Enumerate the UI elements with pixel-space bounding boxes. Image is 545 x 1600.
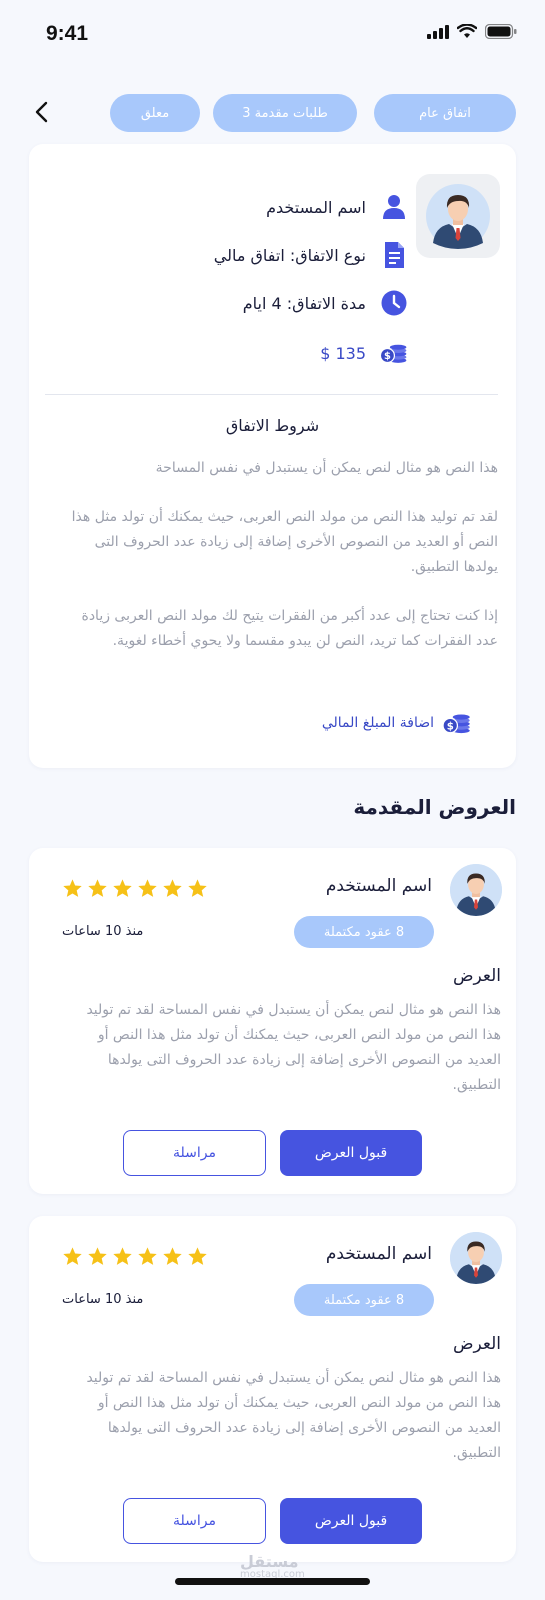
add-amount-label: اضافة المبلغ المالي [321, 715, 434, 731]
terms-body: هذا النص هو مثال لنص يمكن أن يستبدل في ن… [69, 456, 498, 678]
offers-section-title: العروض المقدمة [353, 795, 516, 819]
offer-card: اسم المستخدم 8 عقود مكتملة منذ 10 ساعات … [29, 848, 516, 1194]
avatar [450, 864, 502, 916]
divider [45, 394, 498, 395]
info-row-duration: مدة الاتفاق: 4 ايام [243, 288, 408, 318]
add-amount-button[interactable]: $ اضافة المبلغ المالي [322, 712, 472, 734]
svg-text:$: $ [447, 721, 454, 732]
terms-paragraph: هذا النص هو مثال لنص يمكن أن يستبدل في ن… [155, 460, 498, 476]
star-icon [163, 879, 182, 897]
star-icon [138, 879, 157, 897]
agreement-card: اسم المستخدم نوع الاتفاق: اتفاق مالي مدة… [29, 144, 516, 768]
back-button[interactable] [26, 96, 56, 128]
star-icon [88, 1247, 107, 1265]
agreement-username: اسم المستخدم [266, 197, 366, 217]
cellular-signal-icon [427, 24, 449, 39]
star-icon [188, 879, 207, 897]
terms-paragraph: إذا كنت تحتاج إلى عدد أكبر من الفقرات يت… [81, 608, 498, 649]
clock-icon [381, 290, 407, 316]
agreement-type: نوع الاتفاق: اتفاق مالي [213, 245, 366, 265]
star-icon [188, 1247, 207, 1265]
star-icon [63, 1247, 82, 1265]
message-button[interactable]: مراسلة [123, 1130, 266, 1176]
user-avatar-icon [426, 184, 490, 249]
star-icon [138, 1247, 157, 1265]
accept-offer-button[interactable]: قبول العرض [280, 1498, 422, 1544]
tab-submitted-requests[interactable]: طلبات مقدمة 3 [213, 94, 357, 132]
status-time: 9:41 [46, 22, 89, 45]
offer-username: اسم المستخدم [325, 876, 432, 896]
terms-title: شروط الاتفاق [225, 416, 320, 435]
offer-username: اسم المستخدم [325, 1244, 432, 1264]
svg-text:$: $ [384, 351, 391, 362]
avatar [416, 174, 500, 258]
agreement-price: 135 $ [320, 343, 366, 363]
star-icon [63, 879, 82, 897]
offer-label: العرض [452, 1334, 501, 1354]
offer-label: العرض [452, 966, 501, 986]
completed-contracts-badge: 8 عقود مكتملة [294, 1284, 434, 1316]
tab-general-agreement[interactable]: اتفاق عام [374, 94, 516, 132]
accept-offer-button[interactable]: قبول العرض [280, 1130, 422, 1176]
offer-time-ago: منذ 10 ساعات [62, 1292, 144, 1307]
avatar [450, 1232, 502, 1284]
coins-icon: $ [380, 344, 407, 364]
user-avatar-icon [450, 1232, 502, 1284]
message-button[interactable]: مراسلة [123, 1498, 266, 1544]
agreement-duration: مدة الاتفاق: 4 ايام [242, 293, 366, 313]
star-icon [113, 879, 132, 897]
star-icon [88, 879, 107, 897]
watermark: مستقل mostaql.com [240, 1552, 305, 1580]
info-row-username: اسم المستخدم [266, 192, 408, 222]
completed-contracts-badge: 8 عقود مكتملة [294, 916, 434, 948]
battery-icon [485, 24, 517, 39]
home-indicator[interactable] [175, 1578, 370, 1585]
offer-card: اسم المستخدم 8 عقود مكتملة منذ 10 ساعات … [29, 1216, 516, 1562]
tab-pending[interactable]: معلق [110, 94, 200, 132]
rating-stars [62, 878, 208, 899]
user-icon [383, 195, 405, 219]
chevron-left-icon [35, 101, 48, 123]
rating-stars [62, 1246, 208, 1267]
terms-paragraph: لقد تم توليد هذا النص من مولد النص العرب… [71, 509, 498, 575]
offer-text: هذا النص هو مثال لنص يمكن أن يستبدل في ن… [86, 1370, 501, 1461]
document-icon [385, 242, 404, 268]
status-bar: 9:41 [0, 0, 545, 70]
wifi-icon [457, 24, 477, 38]
star-icon [113, 1247, 132, 1265]
user-avatar-icon [450, 864, 502, 916]
info-row-price: $ 135 $ [320, 338, 408, 368]
star-icon [163, 1247, 182, 1265]
status-icons [427, 24, 517, 39]
offer-time-ago: منذ 10 ساعات [62, 924, 144, 939]
coins-icon: $ [442, 714, 470, 734]
top-nav: اتفاق عام طلبات مقدمة 3 معلق [0, 92, 545, 134]
info-row-type: نوع الاتفاق: اتفاق مالي [214, 240, 408, 270]
offer-text: هذا النص هو مثال لنص يمكن أن يستبدل في ن… [86, 1002, 501, 1093]
